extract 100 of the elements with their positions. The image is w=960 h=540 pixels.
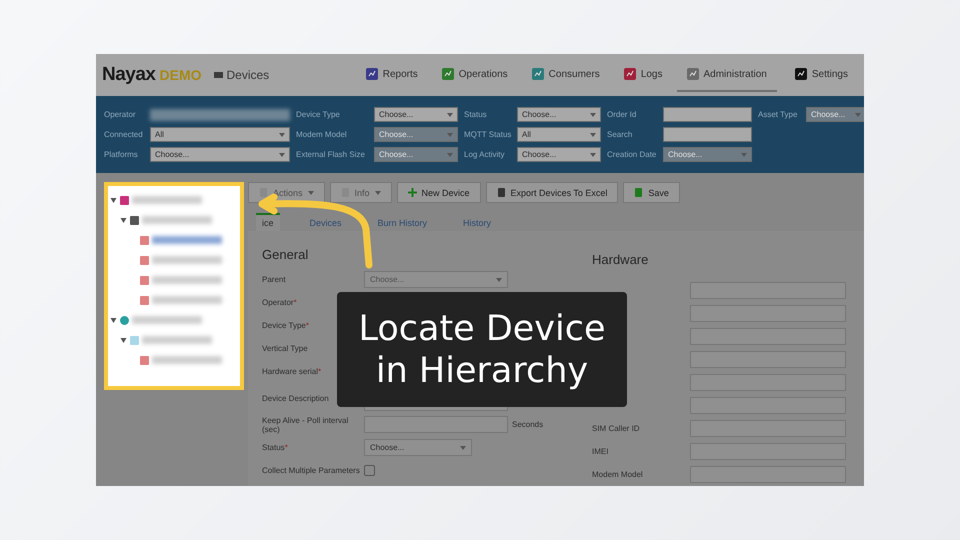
field-label: SIM Caller ID [592,424,641,433]
nav-icon [624,68,636,80]
blurred-label[interactable] [132,316,202,324]
filter-label: Log Activity [464,150,506,159]
field-label: Operator* [262,298,298,307]
filter-input[interactable] [663,127,752,142]
toolbar-icon [259,188,268,197]
blurred-label[interactable] [152,256,222,264]
input-field[interactable] [690,328,846,345]
filter-label: Modem Model [296,130,348,139]
field-label: IMEI [592,447,610,456]
filter-dropdown[interactable]: Choose... [374,147,458,162]
node-icon [120,196,129,204]
filter-label: Operator [104,110,137,119]
filter-label: External Flash Size [296,150,366,159]
unit-label: Seconds [512,420,544,429]
nav-icon [532,68,544,80]
folder-icon [130,216,139,224]
nav-tab[interactable]: Settings [784,58,858,92]
nav-tab[interactable]: Logs [614,58,672,92]
tab[interactable]: ice [256,213,280,231]
field-label: Device Description [262,394,330,402]
blurred-label[interactable] [152,356,222,364]
input-field[interactable] [690,282,846,299]
node-icon [140,236,149,244]
filter-label: Status [464,110,488,119]
page-title: Devices [226,68,270,82]
field-label: Modem Model [592,470,644,479]
field-label: Collect Multiple Parameters [262,466,361,475]
device-icon [214,72,222,78]
filter-label: Order Id [607,110,638,119]
field-label: Parent [262,275,287,284]
nav-tab[interactable]: Consumers [522,58,610,92]
globe-icon [120,316,129,324]
node-icon [140,356,149,364]
field-label: Device Type* [262,321,310,330]
caret-icon [447,112,453,116]
filter-label: Device Type [296,110,341,119]
node-icon [140,296,149,304]
caret-icon [741,152,747,156]
filter-dropdown[interactable]: Choose... [374,107,458,122]
input-field[interactable] [690,443,846,460]
caret-icon [460,446,466,450]
filter-dropdown[interactable]: Choose... [150,147,290,162]
dropdown-field[interactable]: Choose... [364,439,472,456]
filter-label: MQTT Status [464,130,511,139]
caret-icon [279,152,285,156]
nav-tab[interactable]: Administration [676,58,777,92]
input-field[interactable] [690,374,846,391]
caption-text: in Hierarchy [376,350,588,392]
filter-dropdown[interactable]: Choose... [374,127,458,142]
filter-dropdown[interactable]: Choose... [517,107,601,122]
input-field[interactable] [690,397,846,414]
nav-icon [366,68,378,80]
filter-dropdown[interactable]: Choose... [517,147,601,162]
blurred-label[interactable] [132,196,202,204]
input-field[interactable] [364,416,508,433]
toolbar-icon [634,188,644,197]
field-label: Keep Alive - Poll interval (sec) [262,416,350,434]
logo-demo-text: DEMO [160,67,202,83]
field-label: Hardware serial* [262,367,322,376]
expand-caret-icon[interactable] [120,218,127,222]
expand-caret-icon[interactable] [110,198,117,202]
blurred-label[interactable] [152,296,222,304]
nav-tab[interactable]: Reports [356,58,428,92]
input-field[interactable] [690,305,846,322]
blurred-label[interactable] [152,236,222,244]
input-field[interactable] [690,466,846,483]
input-field[interactable] [690,420,846,437]
filter-input[interactable] [663,107,752,122]
field-label: Status* [262,443,289,452]
nav-tab[interactable]: Operations [432,58,518,92]
toolbar-button[interactable]: New Device [396,182,481,203]
node-icon [130,336,139,344]
toolbar-icon [408,188,417,197]
filter-label: Platforms [104,150,139,159]
blurred-label[interactable] [142,216,212,224]
filter-label: Creation Date [607,150,657,159]
expand-caret-icon[interactable] [110,318,117,322]
caption-text: Locate Device [358,308,606,350]
filter-label: Connected [104,130,144,139]
input-field[interactable] [690,351,846,368]
filter-dropdown[interactable]: Choose... [663,147,752,162]
field-label: Vertical Type [262,344,309,353]
blurred-label[interactable] [152,276,222,284]
filter-dropdown[interactable]: All [517,127,601,142]
toolbar-button[interactable]: Save [623,182,680,203]
filter-dropdown[interactable]: Choose... [806,107,864,122]
node-icon [140,256,149,264]
toolbar-button[interactable]: Export Devices To Excel [486,182,618,203]
checkbox[interactable] [364,465,375,476]
caret-icon [447,152,453,156]
blurred-label[interactable] [142,336,212,344]
caret-icon [590,112,596,116]
caret-icon [496,278,502,282]
node-icon [140,276,149,284]
nav-icon [442,68,454,80]
filter-dropdown[interactable]: All [150,127,290,142]
expand-caret-icon[interactable] [120,338,127,342]
nav-icon [686,68,698,80]
